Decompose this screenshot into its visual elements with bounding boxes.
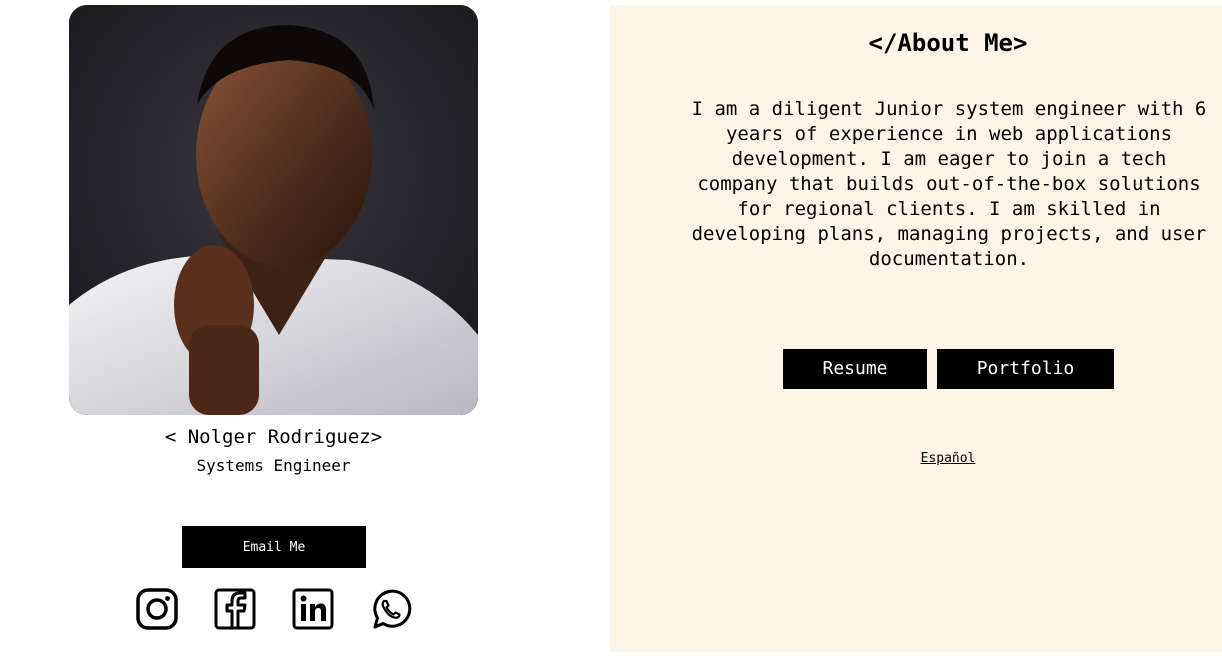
profile-name: < Nolger Rodriguez>	[164, 426, 383, 448]
linkedin-icon	[292, 588, 334, 630]
about-title: </About Me>	[868, 29, 1028, 57]
email-me-button[interactable]: Email Me	[182, 526, 366, 568]
instagram-link[interactable]	[135, 587, 179, 631]
portfolio-button[interactable]: Portfolio	[937, 349, 1114, 389]
instagram-icon	[136, 588, 178, 630]
whatsapp-link[interactable]	[369, 587, 413, 631]
linkedin-link[interactable]	[291, 587, 335, 631]
about-description: I am a diligent Junior system engineer w…	[691, 98, 1207, 270]
facebook-link[interactable]	[213, 587, 257, 631]
portrait-image	[69, 5, 478, 415]
profile-photo	[69, 5, 478, 415]
profile-role: Systems Engineer	[196, 456, 351, 475]
page: < Nolger Rodriguez> Systems Engineer Ema…	[0, 0, 1222, 656]
language-link-spanish[interactable]: Español	[610, 451, 1222, 466]
facebook-icon	[214, 588, 256, 630]
resume-button[interactable]: Resume	[783, 349, 927, 389]
profile-card: < Nolger Rodriguez> Systems Engineer Ema…	[0, 0, 548, 656]
about-panel: </About Me> I am a diligent Junior syste…	[610, 5, 1222, 652]
whatsapp-icon	[373, 589, 412, 629]
